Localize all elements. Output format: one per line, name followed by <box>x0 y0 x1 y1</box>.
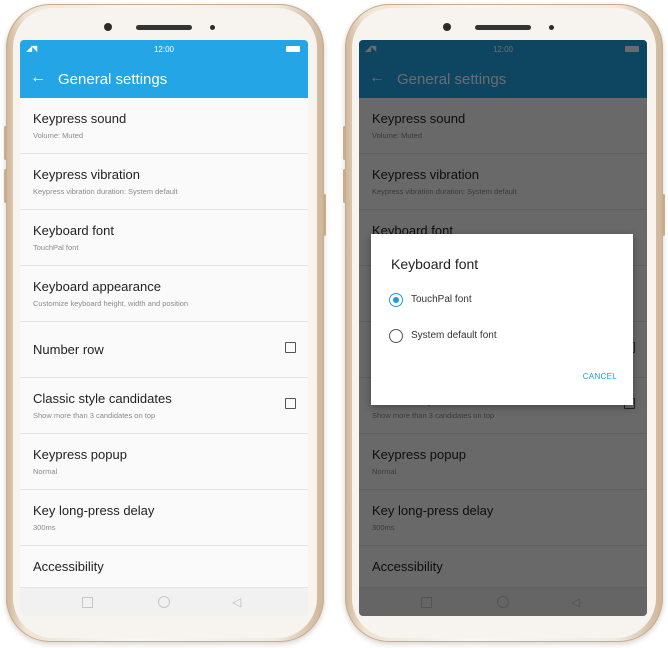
setting-title: Keypress popup <box>33 447 127 462</box>
setting-key-long-press-delay[interactable]: Key long-press delay 300ms <box>20 490 308 546</box>
square-icon[interactable] <box>82 597 93 608</box>
setting-title: Keyboard appearance <box>33 279 161 294</box>
setting-subtitle: Keypress vibration duration: System defa… <box>33 187 178 196</box>
side-button <box>4 169 7 203</box>
circle-icon[interactable] <box>158 596 170 608</box>
setting-subtitle: Volume: Muted <box>33 131 84 140</box>
side-button <box>343 169 346 203</box>
setting-subtitle: Show more than 3 candidates on top <box>33 411 156 420</box>
option-label: System default font <box>411 330 497 341</box>
screen-left: ◢◥ 12:00 ← General settings Keypress sou… <box>20 40 308 616</box>
triangle-back-icon[interactable]: ◁ <box>232 595 241 609</box>
settings-list: Keypress sound Volume: Muted Keypress vi… <box>20 98 308 602</box>
setting-keyboard-font[interactable]: Keyboard font TouchPal font <box>20 210 308 266</box>
phone-right: ◢◥ 12:00 ← General settings Keypress sou… <box>343 4 665 642</box>
number-row-checkbox[interactable] <box>285 342 296 353</box>
phone-top-bezel <box>345 14 663 40</box>
status-bar: ◢◥ 12:00 <box>20 40 308 59</box>
side-button <box>343 126 346 160</box>
setting-subtitle: Normal <box>33 467 58 476</box>
side-button <box>4 126 7 160</box>
setting-title: Classic style candidates <box>33 391 172 406</box>
earpiece-speaker <box>475 25 531 30</box>
cancel-button[interactable]: CANCEL <box>583 372 617 381</box>
setting-subtitle: 300ms <box>33 523 56 532</box>
setting-subtitle: TouchPal font <box>33 243 79 252</box>
setting-keyboard-appearance[interactable]: Keyboard appearance Customize keyboard h… <box>20 266 308 322</box>
nav-bar: ◁ <box>20 587 308 616</box>
status-time: 12:00 <box>153 45 175 54</box>
setting-keypress-popup[interactable]: Keypress popup Normal <box>20 434 308 490</box>
classic-candidates-checkbox[interactable] <box>285 398 296 409</box>
battery-icon <box>286 46 300 52</box>
setting-number-row[interactable]: Number row <box>20 322 308 378</box>
sensor-icon <box>549 25 554 30</box>
page-title: General settings <box>58 71 168 88</box>
setting-keypress-vibration[interactable]: Keypress vibration Keypress vibration du… <box>20 154 308 210</box>
radio-unselected-icon[interactable] <box>389 329 403 343</box>
keyboard-font-dialog: Keyboard font TouchPal font System defau… <box>371 234 633 405</box>
setting-title: Accessibility <box>33 559 104 574</box>
setting-title: Keyboard font <box>33 223 114 238</box>
setting-title: Key long-press delay <box>33 503 155 518</box>
side-button <box>323 194 326 236</box>
setting-title: Number row <box>33 342 104 357</box>
setting-subtitle: Customize keyboard height, width and pos… <box>33 299 189 308</box>
arrow-left-icon[interactable]: ← <box>30 69 46 87</box>
side-button <box>662 194 665 236</box>
option-label: TouchPal font <box>411 294 472 305</box>
phone-left: ◢◥ 12:00 ← General settings Keypress sou… <box>4 4 326 642</box>
sensor-icon <box>210 25 215 30</box>
setting-keypress-sound[interactable]: Keypress sound Volume: Muted <box>20 98 308 154</box>
setting-title: Keypress vibration <box>33 167 140 182</box>
screen-right: ◢◥ 12:00 ← General settings Keypress sou… <box>359 40 647 616</box>
app-bar: ← General settings <box>20 59 308 98</box>
dialog-title: Keyboard font <box>391 256 479 272</box>
radio-selected-icon[interactable] <box>389 293 403 307</box>
setting-title: Keypress sound <box>33 111 127 126</box>
phone-top-bezel <box>6 14 324 40</box>
front-camera-icon <box>104 23 112 31</box>
front-camera-icon <box>443 23 451 31</box>
setting-classic-style-candidates[interactable]: Classic style candidates Show more than … <box>20 378 308 434</box>
earpiece-speaker <box>136 25 192 30</box>
